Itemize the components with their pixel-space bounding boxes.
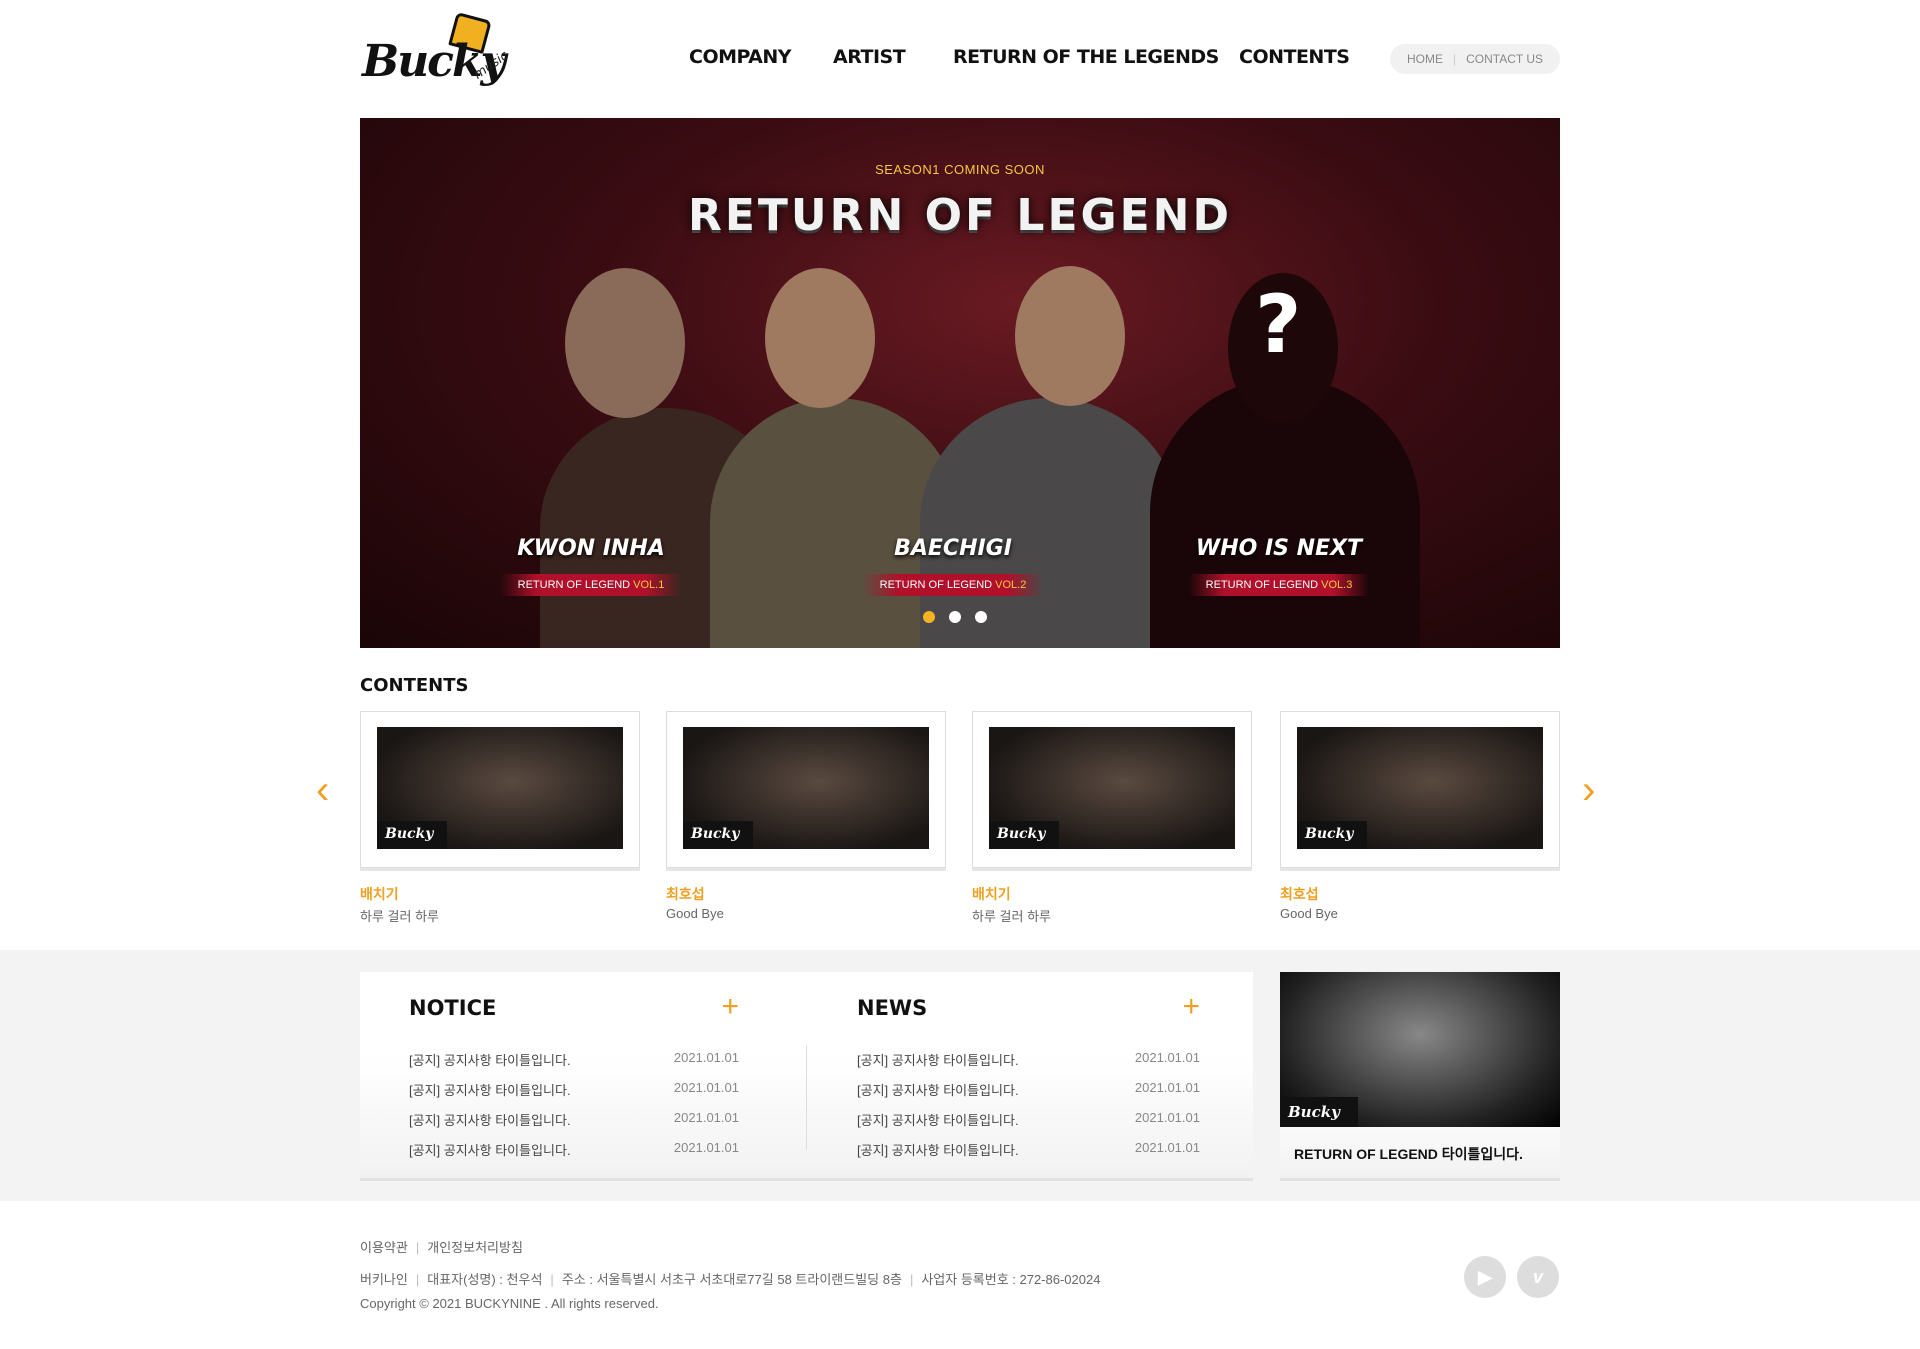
slide-indicators <box>923 611 987 623</box>
featured-caption: RETURN OF LEGEND 타이틀입니다. <box>1294 1146 1523 1162</box>
content-card[interactable]: Bucky <box>972 711 1252 868</box>
utility-menu: HOME | CONTACT US <box>1390 44 1560 74</box>
board-box: NOTICE + [공지] 공지사항 타이틀입니다. 2021.01.01 [공지… <box>360 972 1253 1178</box>
banner-title: RETURN OF LEGEND <box>687 190 1233 241</box>
featured-card[interactable]: Bucky RETURN OF LEGEND 타이틀입니다. <box>1280 972 1560 1178</box>
terms-link[interactable]: 이용약관 <box>360 1240 408 1255</box>
divider: | <box>1452 52 1457 66</box>
contact-link[interactable]: CONTACT US <box>1466 52 1543 66</box>
content-card[interactable]: Bucky <box>666 711 946 868</box>
content-artist[interactable]: 최호섭 <box>1280 884 1319 904</box>
notice-item[interactable]: [공지] 공지사항 타이틀입니다. 2021.01.01 <box>409 1050 739 1069</box>
news-item[interactable]: [공지] 공지사항 타이틀입니다. 2021.01.01 <box>857 1110 1200 1129</box>
vol-badge: RETURN OF LEGEND VOL.2 <box>863 574 1043 596</box>
slide-dot[interactable] <box>975 611 987 623</box>
content-artist[interactable]: 최호섭 <box>666 884 705 904</box>
youtube-icon[interactable]: ▶ <box>1464 1256 1506 1298</box>
content-song: 하루 걸러 하루 <box>972 909 1051 924</box>
content-card[interactable]: Bucky <box>360 711 640 868</box>
nav-contents[interactable]: CONTENTS <box>1239 46 1350 68</box>
content-card[interactable]: Bucky <box>1280 711 1560 868</box>
prev-arrow-icon[interactable]: ‹ <box>316 768 329 813</box>
content-song: Good Bye <box>666 906 724 921</box>
next-arrow-icon[interactable]: › <box>1582 768 1595 813</box>
logo[interactable]: Bucky music <box>360 11 511 94</box>
nav-artist[interactable]: ARTIST <box>833 46 906 68</box>
company-info: 버키나인 | 대표자(성명) : 천우석 | 주소 : 서울특별시 서초구 서초대로77… <box>360 1272 1101 1287</box>
hero-banner[interactable]: SEASON1 COMING SOON RETURN OF LEGEND ? K… <box>360 118 1560 648</box>
season-label: SEASON1 COMING SOON <box>875 162 1045 177</box>
notice-more-icon[interactable]: + <box>721 990 739 1024</box>
nav-company[interactable]: COMPANY <box>689 46 792 68</box>
featured-image: Bucky <box>1280 972 1560 1127</box>
news-item[interactable]: [공지] 공지사항 타이틀입니다. 2021.01.01 <box>857 1140 1200 1159</box>
slide-dot[interactable] <box>923 611 935 623</box>
content-song: 하루 걸러 하루 <box>360 909 439 924</box>
nav-return-of-the-legends[interactable]: RETURN OF THE LEGENDS <box>953 46 1219 68</box>
notice-item[interactable]: [공지] 공지사항 타이틀입니다. 2021.01.01 <box>409 1080 739 1099</box>
copyright: Copyright © 2021 BUCKYNINE . All rights … <box>360 1296 659 1311</box>
news-more-icon[interactable]: + <box>1182 990 1200 1024</box>
vimeo-icon[interactable]: v <box>1517 1256 1559 1298</box>
vol-badge: RETURN OF LEGEND VOL.1 <box>501 574 681 596</box>
vol-badge: RETURN OF LEGEND VOL.3 <box>1189 574 1369 596</box>
news-item[interactable]: [공지] 공지사항 타이틀입니다. 2021.01.01 <box>857 1050 1200 1069</box>
content-song: Good Bye <box>1280 906 1338 921</box>
slide-dot[interactable] <box>949 611 961 623</box>
content-thumbnail: Bucky <box>683 727 929 849</box>
notice-item[interactable]: [공지] 공지사항 타이틀입니다. 2021.01.01 <box>409 1140 739 1159</box>
news-item[interactable]: [공지] 공지사항 타이틀입니다. 2021.01.01 <box>857 1080 1200 1099</box>
contents-title: CONTENTS <box>360 675 469 696</box>
content-artist[interactable]: 배치기 <box>360 884 399 904</box>
notice-item[interactable]: [공지] 공지사항 타이틀입니다. 2021.01.01 <box>409 1110 739 1129</box>
content-thumbnail: Bucky <box>1297 727 1543 849</box>
content-thumbnail: Bucky <box>377 727 623 849</box>
content-artist[interactable]: 배치기 <box>972 884 1011 904</box>
content-thumbnail: Bucky <box>989 727 1235 849</box>
footer-links: 이용약관 | 개인정보처리방침 <box>360 1240 523 1255</box>
privacy-link[interactable]: 개인정보처리방침 <box>427 1240 523 1255</box>
question-mark: ? <box>1255 278 1302 371</box>
home-link[interactable]: HOME <box>1407 52 1443 66</box>
divider <box>806 1045 807 1150</box>
